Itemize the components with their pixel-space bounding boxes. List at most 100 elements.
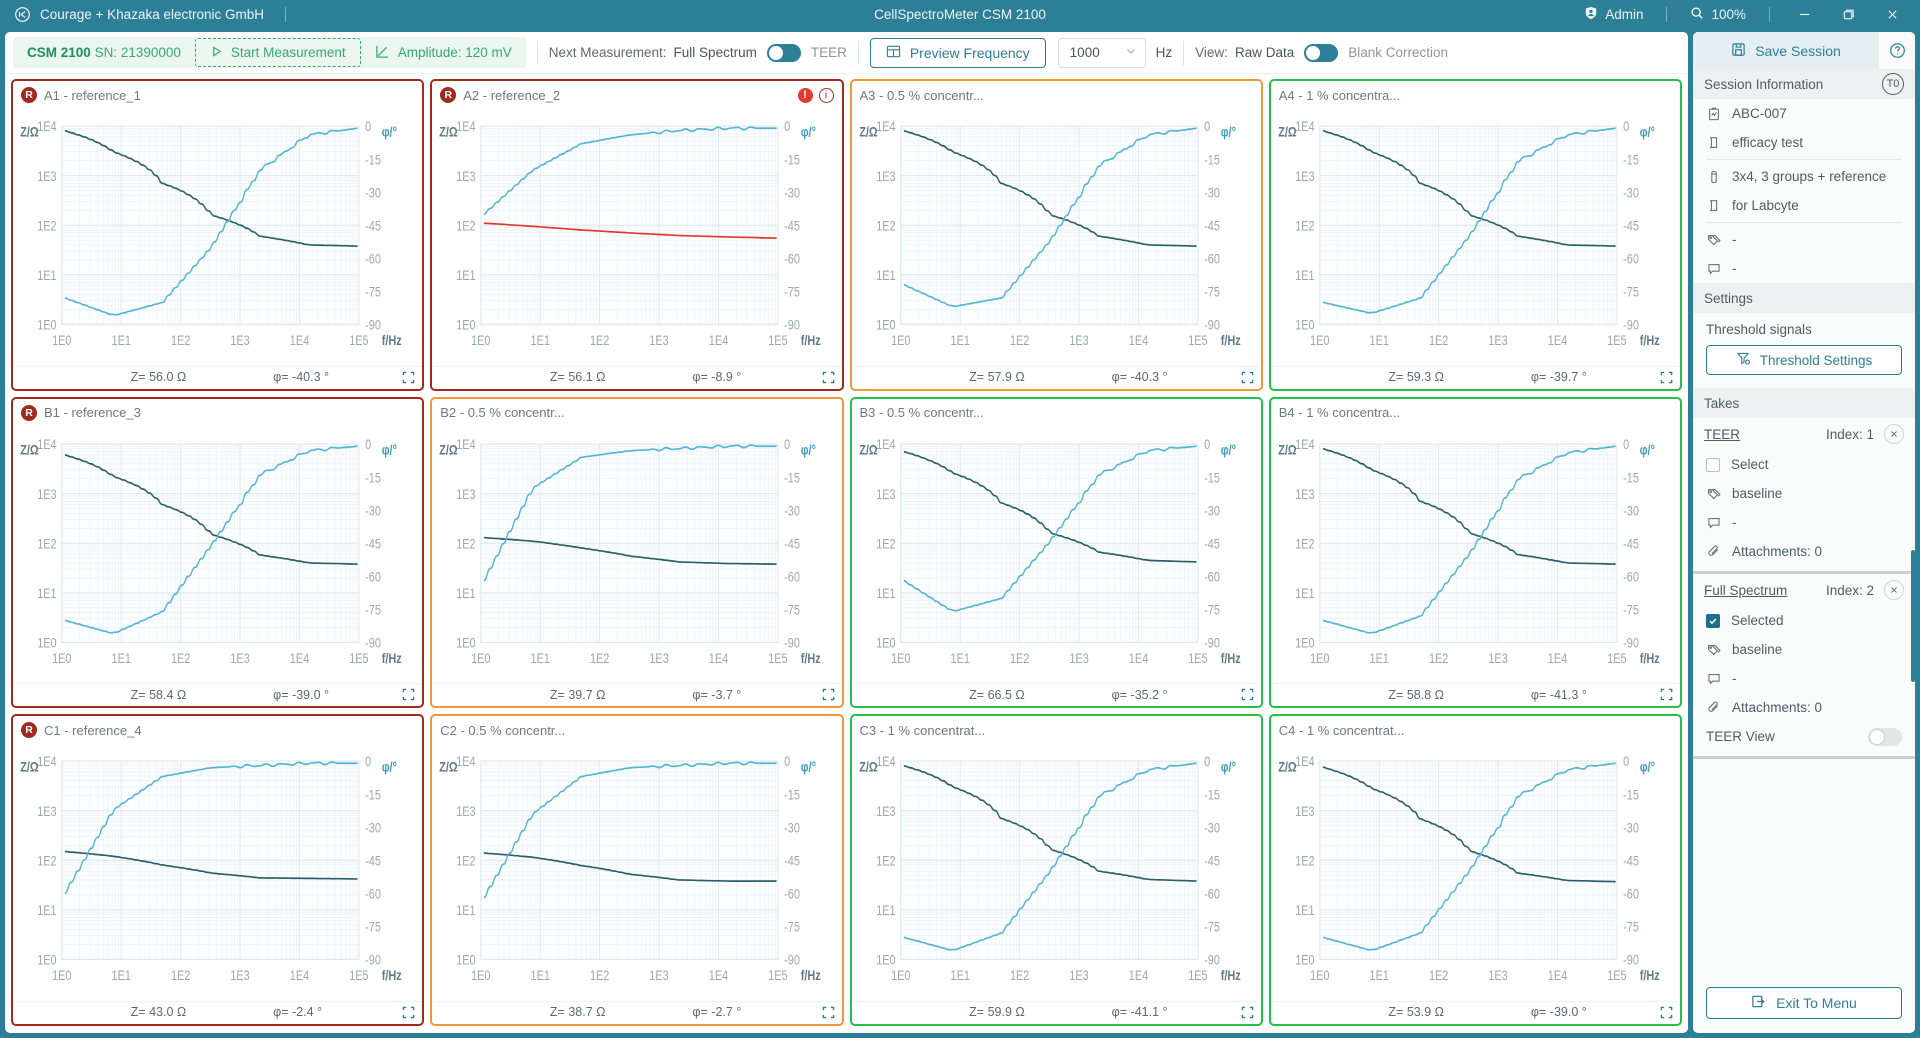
plot-card-title: C2 - 0.5 % concentr...	[440, 722, 566, 738]
take-select-row[interactable]: Select	[1693, 450, 1915, 479]
expand-icon[interactable]	[402, 1006, 415, 1019]
next-measurement-label: Next Measurement:	[548, 45, 667, 60]
frequency-unit: Hz	[1155, 45, 1173, 60]
view-toggle[interactable]	[1304, 43, 1339, 62]
svg-text:1E1: 1E1	[531, 333, 551, 348]
next-measurement-toggle[interactable]	[766, 43, 801, 62]
error-icon[interactable]: !	[797, 87, 813, 103]
impedance-readout: Z= 58.8 Ω	[1388, 687, 1444, 702]
svg-text:Z/Ω: Z/Ω	[859, 760, 878, 775]
plot-card-a2[interactable]: R A2 - reference_2! i 1E4 1E3 1E2 1E1 1E0 0 -15 -3…	[430, 79, 844, 391]
teer-view-toggle[interactable]	[1868, 727, 1902, 746]
sidebar-top-bar: Save Session	[1693, 32, 1915, 69]
expand-icon[interactable]	[402, 371, 415, 384]
svg-text:1E1: 1E1	[37, 586, 57, 601]
take-select-row[interactable]: Selected	[1693, 606, 1915, 635]
svg-text:-60: -60	[784, 251, 800, 266]
svg-text:0: 0	[1204, 119, 1210, 134]
takes-title: Takes	[1704, 395, 1740, 411]
svg-text:-45: -45	[784, 536, 800, 551]
grid-icon	[886, 44, 901, 62]
zoom-control[interactable]: 100%	[1679, 6, 1757, 23]
plot-card-a4[interactable]: A4 - 1 % concentra... 1E4 1E3 1E2 1E1 1E0 0 -15…	[1268, 79, 1682, 391]
help-button[interactable]	[1879, 32, 1915, 69]
svg-text:1E2: 1E2	[590, 651, 610, 666]
plot-card-a1[interactable]: R A1 - reference_1 1E4 1E3 1E2 1E1 1E0 0 -15 -30 -…	[11, 79, 425, 391]
svg-text:Z/Ω: Z/Ω	[439, 442, 458, 457]
maximize-button[interactable]	[1826, 0, 1870, 28]
expand-icon[interactable]	[822, 371, 835, 384]
plot-card-c4[interactable]: C4 - 1 % concentrat... 1E4 1E3 1E2 1E1 1E0 0 -1…	[1268, 714, 1682, 1026]
take-select-checkbox[interactable]	[1706, 457, 1720, 472]
info-icon[interactable]: i	[818, 87, 834, 103]
expand-icon[interactable]	[822, 1006, 835, 1019]
take-select-checkbox[interactable]	[1706, 613, 1720, 628]
svg-text:-60: -60	[1623, 569, 1639, 584]
svg-text:-15: -15	[365, 788, 381, 803]
plot-card-b2[interactable]: B2 - 0.5 % concentr... 1E4 1E3 1E2 1E1 1E0 0 -1…	[430, 396, 844, 709]
svg-text:1E3: 1E3	[876, 169, 896, 184]
svg-text:1E0: 1E0	[1295, 953, 1315, 968]
exit-icon	[1751, 994, 1766, 1012]
expand-icon[interactable]	[1241, 1006, 1254, 1019]
comment-icon	[1706, 672, 1721, 686]
take-close-button[interactable]	[1884, 424, 1904, 444]
expand-icon[interactable]	[1660, 371, 1673, 384]
plot-card-a3[interactable]: A3 - 0.5 % concentr... 1E4 1E3 1E2 1E1 1E0 0 -1…	[849, 79, 1263, 391]
expand-icon[interactable]	[1660, 1006, 1673, 1019]
takes-scrollbar[interactable]	[1911, 550, 1915, 682]
take-index: Index: 1	[1825, 426, 1874, 442]
plot-card-b1[interactable]: R B1 - reference_3 1E4 1E3 1E2 1E1 1E0 0 -15 -30 -…	[11, 396, 425, 709]
svg-text:1E3: 1E3	[230, 333, 250, 348]
session-info-row: efficacy test	[1693, 128, 1915, 157]
svg-text:1E4: 1E4	[709, 333, 729, 348]
impedance-plot: 1E4 1E3 1E2 1E1 1E0 0 -15 -30 -45 -60 -75 -90 1E0 1E1…	[853, 108, 1260, 366]
session-info-value: -	[1732, 232, 1737, 247]
plot-card-c3[interactable]: C3 - 1 % concentrat... 1E4 1E3 1E2 1E1 1E0 0 -1…	[849, 714, 1263, 1026]
take-close-button[interactable]	[1884, 580, 1904, 600]
preview-frequency-button[interactable]: Preview Frequency	[869, 37, 1046, 68]
amplitude-label: Amplitude: 120 mV	[397, 45, 512, 60]
plot-card-b4[interactable]: B4 - 1 % concentra... 1E4 1E3 1E2 1E1 1E0 0 -15…	[1268, 396, 1682, 709]
svg-text:φ/°: φ/°	[1640, 442, 1655, 457]
session-info-row: -	[1693, 225, 1915, 254]
expand-icon[interactable]	[822, 688, 835, 701]
close-button[interactable]	[1870, 0, 1914, 28]
exit-to-menu-button[interactable]: Exit To Menu	[1706, 987, 1902, 1019]
expand-icon[interactable]	[1241, 688, 1254, 701]
take-name[interactable]: TEER	[1704, 427, 1740, 442]
svg-text:1E1: 1E1	[950, 651, 970, 666]
minimize-button[interactable]	[1782, 0, 1826, 28]
expand-icon[interactable]	[1660, 688, 1673, 701]
plot-card-footer: Z= 59.9 Ω φ= -41.1 °	[852, 1000, 1260, 1023]
start-measurement-button[interactable]: Start Measurement	[194, 38, 361, 67]
svg-text:φ/°: φ/°	[801, 124, 816, 139]
plot-card-b3[interactable]: B3 - 0.5 % concentr... 1E4 1E3 1E2 1E1 1E0 0 -1…	[849, 396, 1263, 709]
svg-text:-90: -90	[784, 317, 800, 332]
amplitude-button[interactable]: Amplitude: 120 mV	[361, 37, 526, 68]
plot-card-header: R C1 - reference_4	[14, 717, 421, 743]
take-select-label: Select	[1731, 457, 1769, 472]
svg-text:-75: -75	[365, 284, 381, 299]
take-name[interactable]: Full Spectrum	[1704, 583, 1787, 598]
plot-card-c1[interactable]: R C1 - reference_4 1E4 1E3 1E2 1E1 1E0 0 -15 -30 -…	[11, 714, 425, 1026]
app-body: CSM 2100 SN: 21390000 Start Measurement	[0, 28, 1920, 1038]
expand-icon[interactable]	[402, 688, 415, 701]
svg-text:1E3: 1E3	[1295, 169, 1315, 184]
view-left-option: Raw Data	[1234, 45, 1295, 60]
svg-text:1E2: 1E2	[37, 536, 57, 551]
svg-text:0: 0	[1623, 754, 1629, 769]
svg-text:Z/Ω: Z/Ω	[859, 442, 878, 457]
save-session-button[interactable]: Save Session	[1693, 32, 1879, 69]
svg-text:1E5: 1E5	[1607, 968, 1627, 983]
threshold-settings-button[interactable]: Threshold Settings	[1706, 345, 1902, 375]
svg-text:1E2: 1E2	[876, 218, 896, 233]
user-menu[interactable]: Admin	[1573, 6, 1654, 23]
expand-icon[interactable]	[1241, 371, 1254, 384]
svg-text:1E4: 1E4	[37, 754, 57, 769]
svg-text:1E5: 1E5	[1188, 333, 1208, 348]
frequency-select[interactable]: 1000	[1057, 37, 1146, 68]
plot-card-c2[interactable]: C2 - 0.5 % concentr... 1E4 1E3 1E2 1E1 1E0 0 -1…	[430, 714, 844, 1026]
teer-view-row[interactable]: TEER View	[1693, 722, 1915, 751]
